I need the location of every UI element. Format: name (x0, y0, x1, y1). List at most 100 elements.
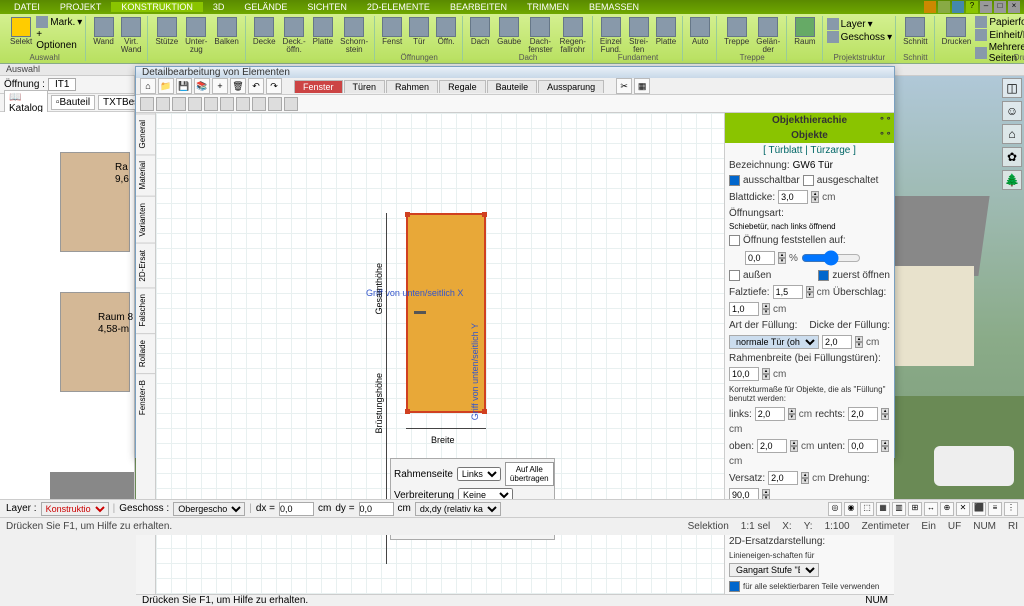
zuerst-check[interactable] (818, 270, 829, 281)
versatz-input[interactable] (768, 471, 798, 485)
dtb-home-icon[interactable]: ⌂ (140, 78, 156, 94)
tool-cube-icon[interactable]: ◫ (1002, 78, 1022, 98)
vtab-general[interactable]: General (136, 113, 155, 154)
dtb-trash-icon[interactable]: 🗑 (230, 78, 246, 94)
dtb-x1-icon[interactable]: ✂ (616, 78, 632, 94)
vtab-2dersat[interactable]: 2D-Ersat (136, 243, 155, 288)
layer-dropdown[interactable]: Layer▾ (827, 18, 893, 30)
dy-input[interactable] (359, 502, 394, 516)
oben-input[interactable] (757, 439, 787, 453)
links-input[interactable] (755, 407, 785, 421)
platte2-button[interactable]: Platte (653, 16, 679, 55)
tool-tree-icon[interactable]: 🌲 (1002, 170, 1022, 190)
pct-slider[interactable] (801, 250, 861, 266)
mark-button[interactable]: Mark.▾ (36, 16, 82, 28)
stuetze-button[interactable]: Stütze (152, 16, 181, 55)
regenfallrohr-button[interactable]: Regen-fallrohr (557, 16, 589, 55)
menu-3d[interactable]: 3D (203, 2, 235, 12)
fenst-button[interactable]: Fenst (379, 16, 405, 47)
bauteil-tab[interactable]: ▫Bauteil (51, 95, 95, 110)
sb6-icon[interactable] (220, 97, 234, 111)
sb4-icon[interactable] (188, 97, 202, 111)
dtb-save-icon[interactable]: 💾 (176, 78, 192, 94)
aussen-check[interactable] (729, 270, 740, 281)
einheit-button[interactable]: Einheit/Maßst. (975, 29, 1024, 41)
sb8-icon[interactable] (252, 97, 266, 111)
tab-regale[interactable]: Regale (439, 80, 486, 93)
vtab-material[interactable]: Material (136, 154, 155, 195)
drucken-button[interactable]: Drucken (939, 16, 975, 84)
ausgeschaltet-check[interactable] (803, 175, 814, 186)
unten-input[interactable] (848, 439, 878, 453)
gaube-button[interactable]: Gaube (494, 16, 524, 55)
apply-all-button[interactable]: Auf Alle übertragen (505, 462, 554, 486)
tool-leaf-icon[interactable]: ✿ (1002, 147, 1022, 167)
vtab-fensterb[interactable]: Fenster-B (136, 373, 155, 421)
einzelfund-button[interactable]: Einzel Fund. (597, 16, 625, 55)
optionen-button[interactable]: + Optionen (36, 29, 82, 51)
vtab-varianten[interactable]: Varianten (136, 196, 155, 243)
treppe-button[interactable]: Treppe (721, 16, 752, 55)
sb3-icon[interactable] (172, 97, 186, 111)
dx-input[interactable] (279, 502, 314, 516)
menu-gelaende[interactable]: GELÄNDE (234, 2, 297, 12)
rahmenbreite-input[interactable] (729, 367, 759, 381)
tuer-button[interactable]: Tür (406, 16, 432, 47)
sb9-icon[interactable] (268, 97, 282, 111)
menu-bemassen[interactable]: BEMASSEN (579, 2, 649, 12)
close-icon[interactable]: × (1008, 1, 1020, 13)
dickefull-input[interactable] (822, 335, 852, 349)
plan-2d[interactable]: Ra 9,6 Raum 8 4,58-m (0, 112, 134, 512)
sb-i11-icon[interactable]: ≡ (988, 502, 1002, 516)
sb-i6-icon[interactable]: ⊞ (908, 502, 922, 516)
help-icon[interactable]: ? (966, 1, 978, 13)
tab-rahmen[interactable]: Rahmen (386, 80, 438, 93)
rechts-input[interactable] (848, 407, 878, 421)
deckoffn-button[interactable]: Deck.-öffn. (280, 16, 309, 55)
tab-aussparung[interactable]: Aussparung (538, 80, 604, 93)
falztiefe-input[interactable] (773, 285, 803, 299)
gelaender-button[interactable]: Gelän-der (753, 16, 783, 55)
papierformat-button[interactable]: Papierformat (975, 16, 1024, 28)
sb2-icon[interactable] (156, 97, 170, 111)
menu-bearbeiten[interactable]: BEARBEITEN (440, 2, 517, 12)
sb-i10-icon[interactable]: ⬛ (972, 502, 986, 516)
sb-i9-icon[interactable]: ✕ (956, 502, 970, 516)
icon2[interactable] (938, 1, 950, 13)
balken-button[interactable]: Balken (211, 16, 241, 55)
sb-i1-icon[interactable]: ◎ (828, 502, 842, 516)
vtab-falschen[interactable]: Falschen (136, 287, 155, 332)
dach-button[interactable]: Dach (467, 16, 493, 55)
dtb-plus-icon[interactable]: + (212, 78, 228, 94)
icon3[interactable] (952, 1, 964, 13)
props-links[interactable]: [ Türblatt | Türzarge ] (725, 143, 894, 158)
ausschaltbar-check[interactable] (729, 175, 740, 186)
blattdicke-input[interactable] (778, 190, 808, 204)
rahmenseite-select[interactable]: Links (457, 467, 501, 481)
sb-i7-icon[interactable]: ↔ (924, 502, 938, 516)
sb1-icon[interactable] (140, 97, 154, 111)
pct-input[interactable] (745, 251, 775, 265)
sb-i8-icon[interactable]: ⊕ (940, 502, 954, 516)
raum-button[interactable]: Raum (791, 16, 818, 47)
sb-i4-icon[interactable]: ▦ (876, 502, 890, 516)
tab-fenster[interactable]: Fenster (294, 80, 343, 93)
menu-trimmen[interactable]: TRIMMEN (517, 2, 579, 12)
mode-select[interactable]: dx,dy (relativ ka (415, 502, 501, 516)
offnungfest-check[interactable] (729, 235, 740, 246)
menu-datei[interactable]: DATEI (4, 2, 50, 12)
unterzug-button[interactable]: Unter-zug (182, 16, 210, 55)
sb10-icon[interactable] (284, 97, 298, 111)
menu-2delemente[interactable]: 2D-ELEMENTE (357, 2, 440, 12)
dtb-undo-icon[interactable]: ↶ (248, 78, 264, 94)
furalle-check[interactable] (729, 581, 740, 592)
tab-bauteile[interactable]: Bauteile (487, 80, 538, 93)
layer-select[interactable]: Konstruktio (41, 502, 109, 516)
menu-projekt[interactable]: PROJEKT (50, 2, 112, 12)
wand-button[interactable]: Wand (90, 16, 117, 55)
tab-tueren[interactable]: Türen (344, 80, 386, 93)
sb5-icon[interactable] (204, 97, 218, 111)
dachfenster-button[interactable]: Dach-fenster (525, 16, 555, 55)
sb-i12-icon[interactable]: ⋮ (1004, 502, 1018, 516)
platte-button[interactable]: Platte (310, 16, 336, 55)
